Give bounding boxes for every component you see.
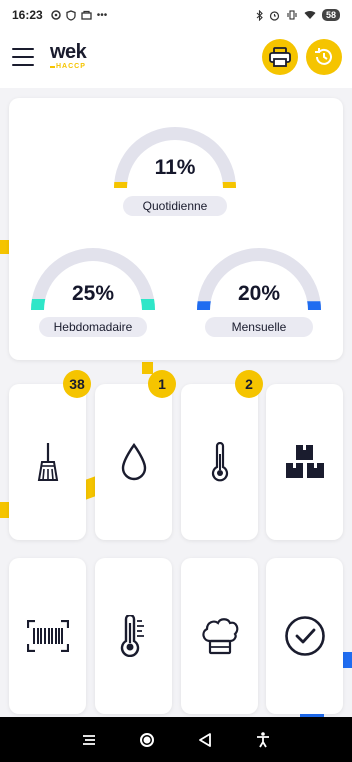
history-button[interactable]	[306, 39, 342, 75]
tile-cleaning[interactable]	[9, 384, 86, 540]
monthly-percentage: 20%	[237, 282, 281, 305]
tile-traceability[interactable]	[9, 558, 86, 714]
status-time: 16:23	[12, 8, 43, 22]
tile-temperature[interactable]	[181, 384, 258, 540]
app-header: wek HACCP	[0, 30, 352, 88]
vpn-icon	[66, 9, 76, 21]
weekly-percentage: 25%	[71, 282, 115, 305]
system-nav-bar	[0, 717, 352, 762]
logo-text: wek	[50, 41, 87, 63]
tile-cold-storage[interactable]	[95, 558, 172, 714]
history-icon	[315, 48, 332, 65]
printer-icon	[269, 47, 291, 67]
battery-icon: 58	[321, 9, 340, 21]
weekly-gauge[interactable]: 25%	[30, 230, 156, 310]
weekly-label: Hebdomadaire	[39, 317, 147, 337]
daily-percentage: 11%	[154, 156, 196, 179]
barcode-icon	[26, 620, 69, 652]
vibrate-icon	[287, 10, 297, 20]
recent-apps-button[interactable]	[77, 728, 101, 752]
monthly-label: Mensuelle	[205, 317, 313, 337]
tile-water-badge: 1	[148, 370, 176, 398]
shop-icon	[81, 10, 92, 20]
accent-yellow-3	[86, 476, 95, 500]
status-bar: 16:23 ••• 58	[0, 0, 352, 30]
daily-gauge[interactable]: 11%	[113, 116, 237, 188]
back-button[interactable]	[193, 728, 217, 752]
print-button[interactable]	[262, 39, 298, 75]
tile-temperature-badge: 2	[235, 370, 263, 398]
alarm-icon	[269, 10, 280, 21]
wifi-icon	[304, 10, 316, 19]
broom-icon	[37, 443, 58, 481]
logo-subtext: HACCP	[50, 63, 86, 70]
accent-yellow-4	[0, 502, 9, 518]
accessibility-nav-icon	[257, 731, 269, 747]
bluetooth-icon	[256, 9, 263, 21]
accessibility-button[interactable]	[251, 728, 275, 752]
back-nav-icon	[199, 732, 211, 747]
water-drop-icon	[121, 443, 146, 481]
more-icon: •••	[96, 9, 108, 21]
home-nav-icon	[140, 732, 154, 747]
menu-icon[interactable]	[12, 48, 34, 66]
daily-label: Quotidienne	[123, 196, 227, 216]
boxes-icon	[285, 445, 324, 478]
settings-icon	[50, 10, 61, 20]
check-circle-icon	[284, 616, 325, 656]
tile-water[interactable]	[95, 384, 172, 540]
tile-cleaning-badge: 38	[63, 370, 91, 398]
monthly-gauge[interactable]: 20%	[196, 230, 322, 310]
home-button[interactable]	[135, 728, 159, 752]
menu-nav-icon	[83, 734, 95, 745]
tile-stock[interactable]	[266, 384, 343, 540]
accent-yellow-1	[0, 240, 9, 254]
chef-hat-icon	[201, 618, 238, 655]
app-logo: wek HACCP	[50, 41, 87, 70]
thermometer-icon	[211, 442, 228, 482]
tile-validation[interactable]	[266, 558, 343, 714]
tile-recipes[interactable]	[181, 558, 258, 714]
stats-card: 11% Quotidienne 25% Hebdomadaire 20% Men…	[9, 98, 343, 360]
accent-blue-1	[343, 652, 352, 668]
accent-yellow-2	[142, 362, 153, 374]
fridge-thermometer-icon	[120, 615, 144, 657]
